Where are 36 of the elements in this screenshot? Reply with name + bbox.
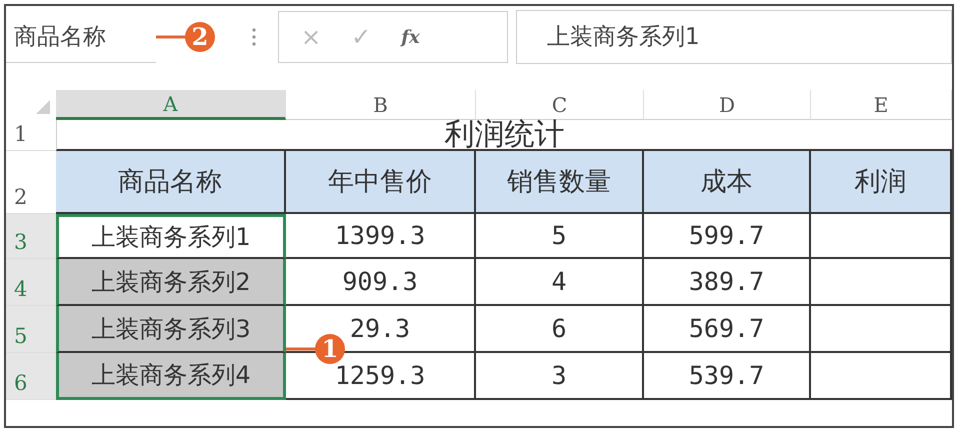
insert-function-button[interactable]: fx <box>401 26 420 48</box>
header-cell: 年中售价 <box>286 151 476 214</box>
table-cell: 5 <box>476 214 644 259</box>
table-cell: 3 <box>476 353 644 400</box>
table-cell: 569.7 <box>644 306 811 353</box>
select-all-icon[interactable] <box>36 100 50 114</box>
header-cell: 成本 <box>644 151 811 214</box>
column-header[interactable]: D <box>644 90 811 120</box>
callout-marker <box>286 332 346 366</box>
header-cell: 商品名称 <box>56 151 286 214</box>
table-cell: 上装商务系列4 <box>56 353 286 400</box>
row-header[interactable]: 1 <box>6 120 56 151</box>
formula-field[interactable]: 上装商务系列1 <box>516 10 952 64</box>
header-cell: 销售数量 <box>476 151 644 214</box>
table-cell: 6 <box>476 306 644 353</box>
column-header[interactable]: A <box>56 90 286 120</box>
column-header[interactable]: B <box>286 90 476 120</box>
callout-number: 2 <box>190 21 210 53</box>
table-cell: 909.3 <box>286 259 476 306</box>
table-cell: 1399.3 <box>286 214 476 259</box>
callout-marker <box>156 20 216 54</box>
header-cell: 利润 <box>811 151 952 214</box>
table-cell: 389.7 <box>644 259 811 306</box>
row-header[interactable]: 4 <box>6 259 56 306</box>
table-cell: 上装商务系列3 <box>56 306 286 353</box>
more-icon <box>252 28 256 46</box>
table-cell: 上装商务系列2 <box>56 259 286 306</box>
row-header[interactable]: 3 <box>6 214 56 259</box>
row-header[interactable]: 6 <box>6 353 56 400</box>
table-cell: 539.7 <box>644 353 811 400</box>
column-header[interactable]: E <box>811 90 952 120</box>
name-box[interactable]: 商品名称 <box>6 11 156 63</box>
table-cell: 4 <box>476 259 644 306</box>
row-header[interactable]: 5 <box>6 306 56 353</box>
table-cell: 599.7 <box>644 214 811 259</box>
column-header[interactable]: C <box>476 90 644 120</box>
